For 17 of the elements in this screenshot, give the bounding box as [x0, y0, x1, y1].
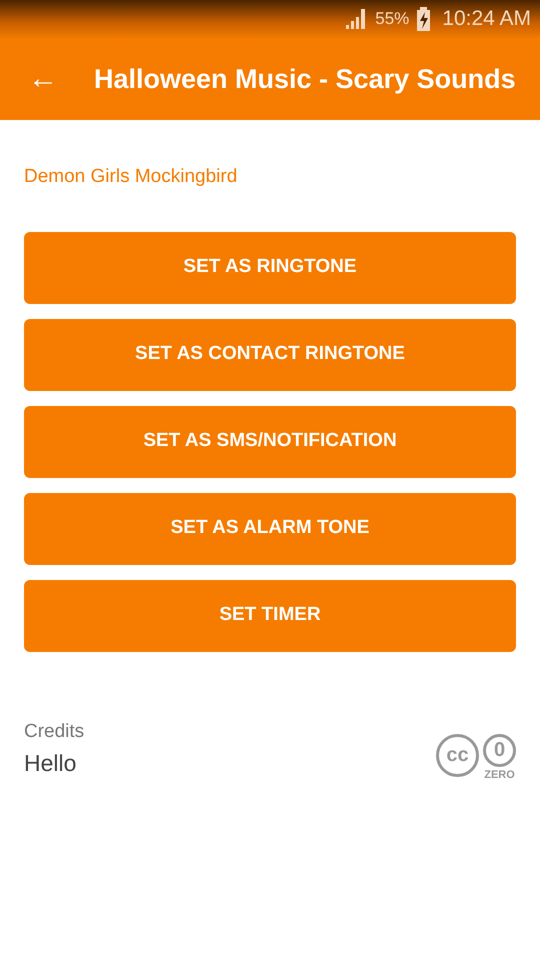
action-button[interactable]: SET AS ALARM TONE	[24, 492, 516, 564]
action-button[interactable]: SET AS SMS/NOTIFICATION	[24, 406, 516, 478]
credits-label: Credits	[24, 720, 84, 744]
clock: 10:24 AM	[442, 6, 531, 32]
zero-label: ZERO	[484, 770, 515, 780]
signal-icon	[345, 8, 368, 30]
sound-title: Demon Girls Mockingbird	[24, 165, 238, 189]
zero-badge: 0	[483, 734, 516, 766]
action-button[interactable]: SET AS RINGTONE	[24, 232, 516, 304]
battery-charging-icon	[417, 7, 430, 31]
app-title: Halloween Music - Scary Sounds	[94, 62, 516, 96]
credits-text: Hello	[24, 749, 78, 778]
action-button[interactable]: SET AS CONTACT RINGTONE	[24, 318, 516, 390]
back-button[interactable]: ←	[28, 64, 58, 94]
cc-badge: cc	[436, 734, 479, 776]
action-button[interactable]: SET TIMER	[24, 580, 516, 652]
battery-percent: 55%	[375, 8, 410, 30]
